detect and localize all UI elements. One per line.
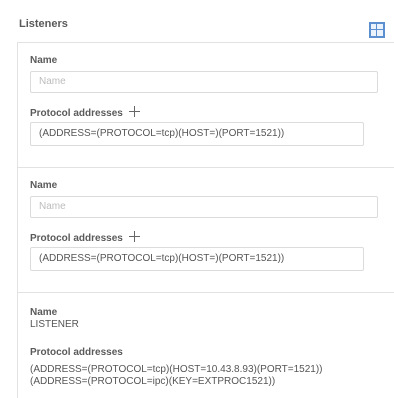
address-value: (ADDRESS=(PROTOCOL=tcp)(HOST=10.43.8.93)… <box>30 364 323 375</box>
listener-card: Name LISTENER Protocol addresses (ADDRES… <box>17 292 394 398</box>
name-input[interactable]: Name <box>30 196 378 218</box>
address-input[interactable]: (ADDRESS=(PROTOCOL=tcp)(HOST=)(PORT=1521… <box>30 122 364 146</box>
name-label: Name <box>30 307 58 318</box>
grid-layout-icon[interactable] <box>369 22 385 38</box>
name-label: Name <box>30 180 58 191</box>
protocol-addresses-label-text: Protocol addresses <box>30 233 123 244</box>
listener-card: Name Name Protocol addresses (ADDRESS=(P… <box>17 42 394 168</box>
protocol-addresses-label: Protocol addresses <box>30 347 123 358</box>
name-input[interactable]: Name <box>30 71 378 93</box>
add-address-icon[interactable] <box>128 231 140 242</box>
listener-card: Name Name Protocol addresses (ADDRESS=(P… <box>17 167 394 293</box>
protocol-addresses-label-text: Protocol addresses <box>30 108 123 119</box>
listeners-panel: Listeners Name Name Protocol addresses (… <box>0 0 394 398</box>
protocol-addresses-label: Protocol addresses <box>30 106 140 119</box>
address-input[interactable]: (ADDRESS=(PROTOCOL=tcp)(HOST=)(PORT=1521… <box>30 247 364 271</box>
section-title: Listeners <box>19 18 68 30</box>
name-label: Name <box>30 55 58 66</box>
name-value: LISTENER <box>30 319 79 330</box>
address-value: (ADDRESS=(PROTOCOL=ipc)(KEY=EXTPROC1521)… <box>30 376 276 387</box>
add-address-icon[interactable] <box>128 106 140 117</box>
protocol-addresses-label: Protocol addresses <box>30 231 140 244</box>
